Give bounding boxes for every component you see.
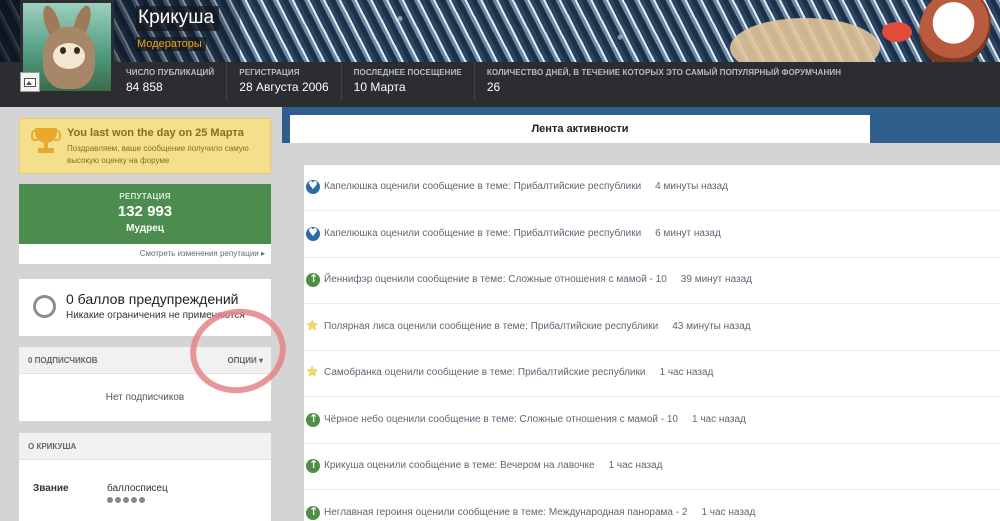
award-description: Поздравляем, ваше сообщение получило сам… [67, 144, 249, 165]
list-item: Самобранка оценили сообщение в теме: При… [304, 351, 1000, 397]
stat-value: 26 [486, 80, 501, 94]
stat-value: 10 Марта [353, 80, 406, 94]
heart-icon [306, 226, 320, 241]
warnings-title: 0 баллов предупреждений [66, 291, 239, 307]
star-icon [306, 318, 320, 334]
stat-last-visit: Последнее посещение 10 Марта [340, 62, 474, 100]
about-field-value: баллосписец [107, 483, 168, 494]
activity-text[interactable]: Капелюшка оценили сообщение в теме: Приб… [324, 181, 641, 192]
activity-text[interactable]: Самобранка оценили сообщение в теме: При… [324, 367, 645, 378]
activity-time: 43 минуты назад [672, 321, 751, 332]
change-photo-icon[interactable] [20, 72, 40, 92]
activity-text[interactable]: Неглавная героиня оценили сообщение в те… [324, 507, 687, 518]
user-name: Крикуша [136, 6, 220, 31]
stat-registered: Регистрация 28 Августа 2006 [226, 62, 340, 100]
tab-activity-feed[interactable]: Лента активности [290, 115, 870, 143]
about-title: О КРИКУША [28, 442, 77, 451]
profile-header: Крикуша Модераторы Число публикаций 84 8… [0, 0, 1000, 107]
list-item: Полярная лиса оценили сообщение в теме: … [304, 305, 1000, 351]
stat-label: Число публикаций [126, 68, 215, 77]
activity-time: 1 час назад [692, 414, 746, 425]
stat-value: 28 Августа 2006 [239, 80, 329, 94]
activity-time: 4 минуты назад [655, 181, 728, 192]
followers-count: 0 ПОДПИСЧИКОВ [28, 356, 98, 365]
list-item: Неглавная героиня оценили сообщение в те… [304, 491, 1000, 521]
warning-level-icon [33, 295, 56, 318]
main-top-bar [282, 107, 1000, 115]
rank-pips [107, 497, 145, 503]
activity-time: 6 минут назад [655, 228, 721, 239]
reputation-label: РЕПУТАЦИЯ [119, 192, 171, 201]
activity-time: 1 час назад [701, 507, 756, 518]
about-header: О КРИКУША [19, 433, 271, 460]
followers-empty-text: Нет подписчиков [105, 392, 185, 403]
list-item: Капелюшка оценили сообщение в теме: Приб… [304, 212, 1000, 258]
upvote-icon [306, 458, 320, 473]
list-item: Капелюшка оценили сообщение в теме: Приб… [304, 165, 1000, 211]
stat-label: Количество дней, в течение которых это с… [486, 68, 842, 77]
star-icon [306, 364, 320, 380]
list-item: Крикуша оценили сообщение в теме: Вечеро… [304, 444, 1000, 490]
reputation-rank: Мудрец [126, 223, 164, 234]
activity-time: 1 час назад [659, 367, 714, 378]
profile-stats: Число публикаций 84 858 Регистрация 28 А… [114, 62, 853, 107]
list-item: Йеннифэр оценили сообщение в теме: Сложн… [304, 258, 1000, 304]
list-item: Чёрное небо оценили сообщение в теме: Сл… [304, 398, 1000, 444]
stat-value: 84 858 [126, 80, 163, 94]
about-card: О КРИКУША Звание баллосписец [19, 433, 271, 521]
tab-bar: Лента активности [282, 115, 1000, 143]
activity-feed: Капелюшка оценили сообщение в теме: Приб… [304, 165, 1000, 521]
reputation-value: 132 993 [117, 203, 173, 220]
upvote-icon [306, 272, 320, 287]
activity-text[interactable]: Полярная лиса оценили сообщение в теме: … [324, 321, 658, 332]
activity-time: 39 минут назад [680, 274, 752, 285]
upvote-icon [306, 505, 320, 520]
activity-time: 1 час назад [608, 460, 663, 471]
stat-popular-days: Количество дней, в течение которых это с… [473, 62, 853, 100]
upvote-icon [306, 412, 320, 427]
activity-text[interactable]: Крикуша оценили сообщение в теме: Вечеро… [324, 460, 595, 471]
reputation-history-link[interactable]: Смотреть изменения репутации ▸ [140, 249, 265, 258]
activity-text[interactable]: Капелюшка оценили сообщение в теме: Приб… [324, 228, 641, 239]
day-winner-card: You last won the day on 25 Марта Поздрав… [19, 118, 271, 174]
heart-icon [306, 179, 320, 194]
award-title: You last won the day on 25 Марта [67, 127, 244, 139]
trophy-icon [31, 128, 61, 164]
reputation-card: РЕПУТАЦИЯ 132 993 Мудрец Смотреть измене… [19, 184, 271, 264]
stat-posts: Число публикаций 84 858 [114, 62, 226, 100]
stat-label: Последнее посещение [353, 68, 462, 77]
activity-text[interactable]: Чёрное небо оценили сообщение в теме: Сл… [324, 414, 678, 425]
stat-label: Регистрация [239, 68, 300, 77]
user-group[interactable]: Модераторы [136, 37, 206, 51]
activity-text[interactable]: Йеннифэр оценили сообщение в теме: Сложн… [324, 274, 667, 285]
about-field-label: Звание [33, 483, 69, 494]
